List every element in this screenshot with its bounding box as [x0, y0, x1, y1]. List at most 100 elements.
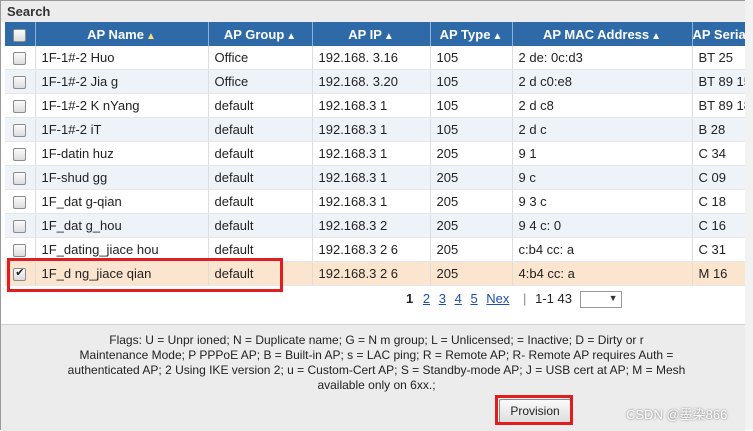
ap-group-cell: default: [208, 93, 313, 118]
ap-mac-cell: 9 3 c: [512, 189, 693, 214]
sort-icon: ▲: [651, 30, 662, 42]
ap-name-cell: 1F-1#-2 Jia g: [35, 69, 209, 94]
ap-mac-cell: 9 c: [512, 165, 693, 190]
row-checkbox[interactable]: [13, 76, 27, 90]
table-row[interactable]: 1F-datin huz default 192.168.3 1 205 9 1…: [5, 141, 746, 166]
ap-type-cell: 205: [430, 189, 513, 214]
ap-name-cell: 1F_dating_jiace hou: [35, 237, 209, 262]
col-ap-group[interactable]: AP Group ▲: [208, 22, 313, 46]
ap-name-cell: 1F-shud gg: [35, 165, 209, 190]
ap-name-cell: 1F-1#-2 iT: [35, 117, 209, 142]
ap-type-cell: 205: [430, 165, 513, 190]
ap-mac-cell: 4:b4 cc: a: [512, 261, 693, 286]
table-row[interactable]: 1F-1#-2 Jia g Office 192.168. 3.20 105 2…: [5, 69, 746, 94]
ap-name-cell: 1F_dat g-qian: [35, 189, 209, 214]
sort-icon: ▲: [492, 30, 503, 42]
watermark: CSDN @墨染866: [626, 407, 728, 422]
ap-mac-cell: 9 4 c: 0: [512, 213, 693, 238]
scrollbar[interactable]: [745, 0, 753, 430]
page-link-3[interactable]: 3: [439, 291, 446, 306]
table-row-selected[interactable]: 1F_d ng_jiace qian default 192.168.3 2 6…: [5, 261, 746, 286]
ap-ip-cell: 192.168.3 2: [312, 213, 431, 238]
ap-group-cell: default: [208, 141, 313, 166]
ap-mac-cell: 2 d c8: [512, 93, 693, 118]
row-checkbox[interactable]: [13, 124, 27, 138]
next-page-link[interactable]: Nex: [486, 291, 509, 306]
row-checkbox[interactable]: [13, 244, 27, 258]
table-row[interactable]: 1F-1#-2 Huo Office 192.168. 3.16 105 2 d…: [5, 46, 746, 70]
ap-serial-cell: C 18: [692, 189, 746, 214]
ap-ip-cell: 192.168.3 2 6: [312, 261, 431, 286]
row-checkbox[interactable]: [13, 172, 27, 186]
row-checkbox[interactable]: [13, 148, 27, 162]
pager-divider: |: [523, 291, 527, 306]
ap-type-cell: 105: [430, 46, 513, 70]
ap-group-cell: Office: [208, 69, 313, 94]
col-ap-type[interactable]: AP Type ▲: [430, 22, 513, 46]
ap-serial-cell: B 28: [692, 117, 746, 142]
search-header: Search: [1, 1, 746, 22]
ap-name-cell: 1F-1#-2 K nYang: [35, 93, 209, 118]
ap-mac-cell: 2 de: 0c:d3: [512, 46, 693, 70]
col-ap-serial[interactable]: AP Serial: [692, 22, 746, 46]
col-ap-name[interactable]: AP Name ▲: [35, 22, 209, 46]
col-ap-ip[interactable]: AP IP ▲: [312, 22, 431, 46]
ap-serial-cell: C 16: [692, 213, 746, 238]
ap-name-cell: 1F_dat g_hou: [35, 213, 209, 238]
page-link-2[interactable]: 2: [423, 291, 430, 306]
ap-ip-cell: 192.168. 3.16: [312, 46, 431, 70]
row-checkbox[interactable]: [13, 220, 27, 234]
ap-group-cell: default: [208, 165, 313, 190]
ap-type-cell: 205: [430, 213, 513, 238]
ap-mac-cell: 2 d c0:e8: [512, 69, 693, 94]
table-row[interactable]: 1F_dating_jiace hou default 192.168.3 2 …: [5, 237, 746, 262]
ap-ip-cell: 192.168.3 1: [312, 165, 431, 190]
pagination: 1 2 3 4 5 Nex | 1-1 43: [406, 291, 622, 309]
ap-ip-cell: 192.168. 3.20: [312, 69, 431, 94]
table-row[interactable]: 1F-1#-2 K nYang default 192.168.3 1 105 …: [5, 93, 746, 118]
ap-table: AP Name ▲ AP Group ▲ AP IP ▲ AP Type ▲ AP MA…: [5, 22, 746, 286]
table-row[interactable]: 1F-1#-2 iT default 192.168.3 1 105 2 d c…: [5, 117, 746, 142]
ap-name-cell: 1F-1#-2 Huo: [35, 46, 209, 70]
row-checkbox[interactable]: [13, 196, 27, 210]
row-checkbox[interactable]: [13, 52, 27, 66]
sort-asc-icon: ▲: [145, 30, 156, 42]
ap-serial-cell: M 16: [692, 261, 746, 286]
ap-type-cell: 105: [430, 69, 513, 94]
ap-group-cell: default: [208, 189, 313, 214]
per-page-select[interactable]: [579, 291, 622, 309]
row-checkbox-checked[interactable]: [13, 266, 27, 282]
select-all-checkbox[interactable]: [13, 28, 27, 42]
ap-type-cell: 205: [430, 237, 513, 262]
col-ap-mac[interactable]: AP MAC Address ▲: [512, 22, 693, 46]
ap-name-cell: 1F_d ng_jiace qian: [35, 261, 209, 286]
ap-ip-cell: 192.168.3 2 6: [312, 237, 431, 262]
table-row[interactable]: 1F_dat g_hou default 192.168.3 2 205 9 4…: [5, 213, 746, 238]
ap-type-cell: 105: [430, 117, 513, 142]
table-row[interactable]: 1F-shud gg default 192.168.3 1 205 9 c C…: [5, 165, 746, 190]
ap-name-cell: 1F-datin huz: [35, 141, 209, 166]
ap-serial-cell: C 09: [692, 165, 746, 190]
ap-serial-cell: C 31: [692, 237, 746, 262]
page-range: 1-1 43: [535, 291, 572, 306]
ap-serial-cell: BT 89 18: [692, 93, 746, 118]
ap-search-panel: Search AP Name ▲ AP Group ▲ AP IP ▲ AP Type…: [0, 0, 747, 431]
page-link-4[interactable]: 4: [455, 291, 462, 306]
ap-type-cell: 205: [430, 261, 513, 286]
ap-type-cell: 105: [430, 93, 513, 118]
ap-ip-cell: 192.168.3 1: [312, 117, 431, 142]
page-link-5[interactable]: 5: [470, 291, 477, 306]
select-all-header[interactable]: [5, 22, 36, 46]
ap-ip-cell: 192.168.3 1: [312, 93, 431, 118]
row-checkbox[interactable]: [13, 100, 27, 114]
ap-group-cell: Office: [208, 46, 313, 70]
ap-ip-cell: 192.168.3 1: [312, 189, 431, 214]
ap-mac-cell: c:b4 cc: a: [512, 237, 693, 262]
page-current: 1: [406, 291, 414, 306]
ap-serial-cell: BT 25: [692, 46, 746, 70]
provision-button[interactable]: Provision: [499, 399, 571, 423]
ap-serial-cell: C 34: [692, 141, 746, 166]
ap-group-cell: default: [208, 117, 313, 142]
ap-group-cell: default: [208, 261, 313, 286]
table-row[interactable]: 1F_dat g-qian default 192.168.3 1 205 9 …: [5, 189, 746, 214]
